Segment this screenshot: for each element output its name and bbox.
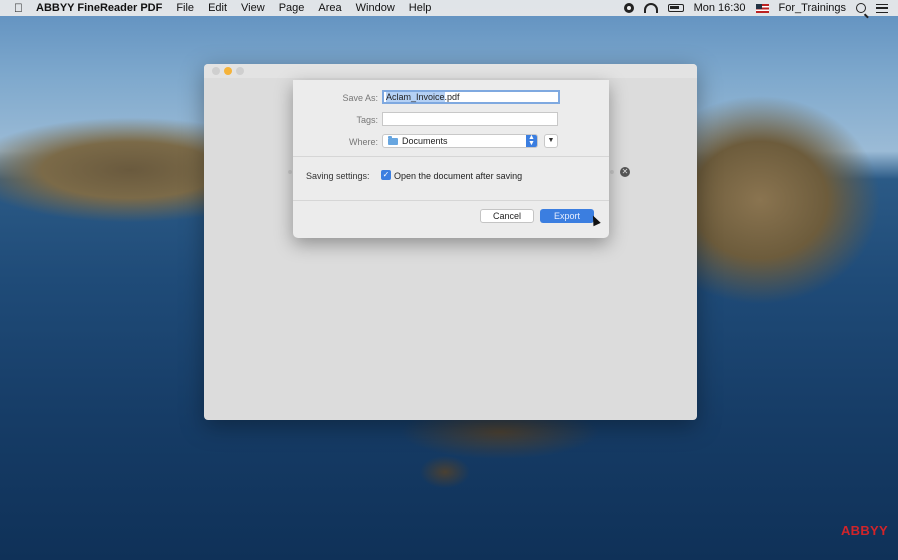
where-select[interactable]: Documents ▲ ▼ — [382, 134, 538, 148]
minimize-window-button[interactable] — [224, 67, 232, 75]
where-value: Documents — [402, 136, 448, 146]
chevron-down-icon: ▼ — [547, 137, 555, 144]
menu-window[interactable]: Window — [356, 2, 395, 14]
watermark-logo: ABBYY — [840, 523, 888, 538]
menu-view[interactable]: View — [241, 2, 265, 14]
export-button[interactable]: Export — [540, 209, 594, 223]
divider-dot — [610, 170, 614, 174]
file-extension: .pdf — [444, 92, 460, 102]
open-after-saving-label[interactable]: Open the document after saving — [394, 171, 522, 181]
saving-settings-label: Saving settings: — [306, 171, 370, 181]
flag-icon[interactable] — [755, 3, 769, 13]
close-window-button[interactable] — [212, 67, 220, 75]
menu-file[interactable]: File — [176, 2, 194, 14]
clock[interactable]: Mon 16:30 — [694, 2, 746, 14]
menu-help[interactable]: Help — [409, 2, 432, 14]
updown-icon: ▲ ▼ — [526, 134, 537, 147]
where-label: Where: — [348, 137, 378, 147]
folder-icon — [388, 135, 398, 145]
zoom-window-button[interactable] — [236, 67, 244, 75]
window-titlebar — [204, 64, 697, 78]
save-as-label: Save As: — [342, 93, 378, 103]
separator — [293, 200, 609, 201]
list-icon[interactable] — [876, 3, 888, 13]
expand-button[interactable]: ▼ — [544, 134, 558, 148]
save-dialog: Save As: Aclam_Invoice.pdf Tags: Where: … — [293, 80, 609, 238]
divider-dot — [288, 170, 292, 174]
wifi-icon[interactable] — [643, 3, 658, 13]
file-name-selection: Aclam_Invoice — [386, 92, 445, 102]
open-after-saving-checkbox[interactable]: ✓ — [381, 170, 391, 180]
user-name[interactable]: For_Trainings — [779, 2, 846, 14]
close-icon[interactable]: ✕ — [620, 167, 630, 177]
battery-icon[interactable] — [667, 4, 684, 12]
separator — [293, 156, 609, 157]
menu-app-name[interactable]: ABBYY FineReader PDF — [36, 2, 162, 14]
cancel-button[interactable]: Cancel — [480, 209, 534, 223]
save-as-field[interactable]: Aclam_Invoice.pdf — [382, 90, 560, 104]
apple-icon[interactable]:  — [14, 1, 28, 15]
tags-field[interactable] — [382, 112, 558, 126]
menu-page[interactable]: Page — [279, 2, 305, 14]
menu-bar:  ABBYY FineReader PDF File Edit View Pa… — [0, 0, 898, 16]
status-area: Mon 16:30 For_Trainings — [623, 0, 888, 16]
tags-label: Tags: — [356, 115, 378, 125]
menu-edit[interactable]: Edit — [208, 2, 227, 14]
screen-record-icon[interactable] — [623, 3, 634, 13]
search-icon[interactable] — [856, 3, 866, 13]
menu-area[interactable]: Area — [318, 2, 341, 14]
